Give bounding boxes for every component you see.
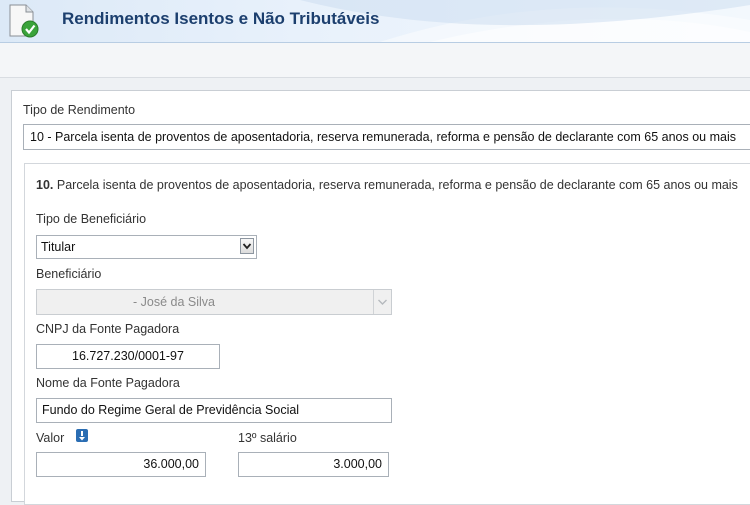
beneficiario-select[interactable]: - José da Silva bbox=[36, 289, 392, 315]
nome-fonte-value: Fundo do Regime Geral de Previdência Soc… bbox=[42, 403, 300, 417]
tipo-beneficiario-label: Tipo de Beneficiário bbox=[36, 212, 147, 226]
nome-fonte-field[interactable]: Fundo do Regime Geral de Previdência Soc… bbox=[36, 398, 392, 423]
valor-label: Valor bbox=[36, 431, 65, 445]
cnpj-label: CNPJ da Fonte Pagadora bbox=[36, 322, 180, 336]
valor-field[interactable]: 36.000,00 bbox=[36, 452, 206, 477]
valor-value: 36.000,00 bbox=[143, 457, 199, 471]
chevron-down-icon bbox=[373, 290, 391, 314]
decimo-terceiro-label: 13º salário bbox=[238, 431, 297, 445]
decimo-terceiro-field[interactable]: 3.000,00 bbox=[238, 452, 389, 477]
tipo-beneficiario-value: Titular bbox=[41, 240, 76, 254]
tipo-rendimento-select[interactable]: 10 - Parcela isenta de proventos de apos… bbox=[23, 124, 750, 150]
nome-fonte-label: Nome da Fonte Pagadora bbox=[36, 376, 180, 390]
tipo-beneficiario-select[interactable]: Titular bbox=[36, 235, 257, 259]
page-title: Rendimentos Isentos e Não Tributáveis bbox=[62, 9, 380, 28]
cnpj-value: 16.727.230/0001-97 bbox=[72, 349, 184, 363]
header-bar: Rendimentos Isentos e Não Tributáveis bbox=[0, 0, 750, 43]
toolbar bbox=[0, 43, 750, 78]
section-text: Parcela isenta de proventos de aposentad… bbox=[56, 178, 738, 192]
chevron-down-icon[interactable] bbox=[240, 238, 254, 254]
cnpj-field[interactable]: 16.727.230/0001-97 bbox=[36, 344, 220, 369]
info-icon[interactable] bbox=[76, 429, 88, 442]
section-title: 10. Parcela isenta de proventos de apose… bbox=[36, 178, 738, 192]
beneficiario-value: - José da Silva bbox=[133, 295, 215, 309]
document-check-icon bbox=[9, 4, 39, 38]
section-number: 10. bbox=[36, 178, 54, 192]
beneficiario-label: Beneficiário bbox=[36, 267, 102, 281]
decimo-terceiro-value: 3.000,00 bbox=[333, 457, 382, 471]
tipo-rendimento-value: 10 - Parcela isenta de proventos de apos… bbox=[30, 130, 736, 144]
tipo-rendimento-label: Tipo de Rendimento bbox=[23, 103, 136, 117]
